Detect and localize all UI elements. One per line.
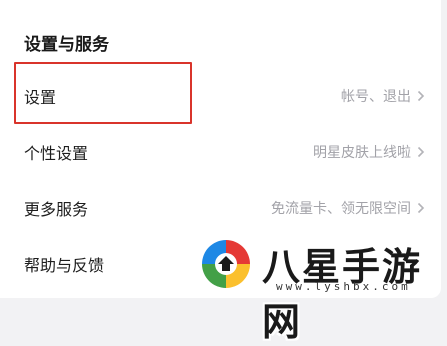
row-personalization-value: 明星皮肤上线啦 — [313, 145, 411, 161]
watermark-domain: www.lyshbx.com — [276, 280, 411, 293]
chevron-right-icon — [417, 90, 425, 102]
row-more-services-value: 免流量卡、领无限空间 — [271, 201, 411, 217]
section-title: 设置与服务 — [24, 35, 109, 55]
highlight-box — [14, 62, 192, 124]
brand-logo-icon — [200, 238, 252, 290]
row-more-services-label: 更多服务 — [24, 200, 89, 219]
chevron-right-icon — [417, 202, 425, 214]
row-help-feedback-label: 帮助与反馈 — [24, 256, 105, 275]
row-settings-value: 帐号、退出 — [341, 89, 411, 105]
chevron-right-icon — [417, 146, 425, 158]
row-personalization[interactable]: 个性设置 明星皮肤上线啦 — [0, 124, 441, 180]
row-personalization-label: 个性设置 — [24, 144, 89, 163]
watermark: 八星手游网 www.lyshbx.com — [196, 228, 447, 344]
